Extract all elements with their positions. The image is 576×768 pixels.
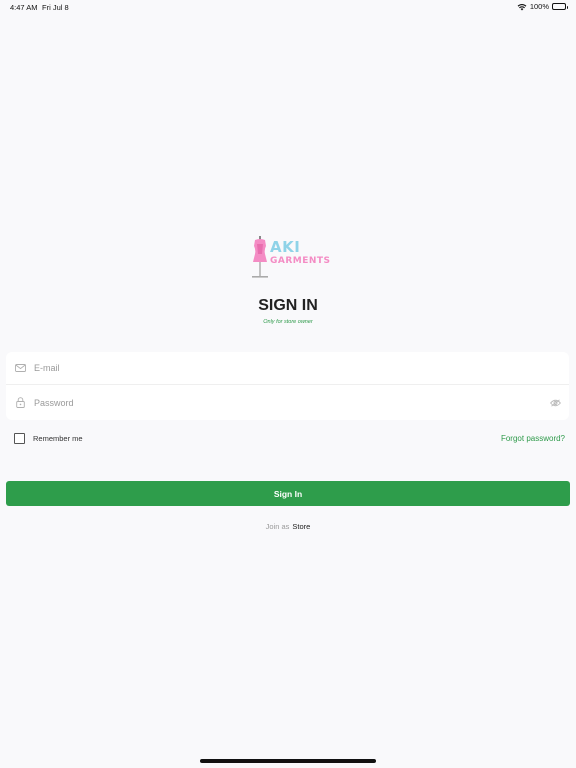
join-store-link[interactable]: Store (292, 522, 310, 531)
join-prefix-text: Join as (265, 522, 290, 531)
status-bar: 4:47 AM Fri Jul 8 100% (0, 0, 576, 14)
remember-me-row[interactable]: Remember me (14, 433, 83, 444)
forgot-password-link[interactable]: Forgot password? (501, 434, 565, 443)
join-row: Join as Store (0, 522, 576, 531)
battery-percent: 100% (529, 2, 549, 11)
email-input[interactable] (34, 352, 569, 384)
sign-in-button[interactable]: Sign In (6, 481, 570, 506)
status-date: Fri Jul 8 (42, 3, 69, 12)
page-subtitle: Only for store owner (263, 319, 313, 325)
home-indicator (200, 759, 376, 763)
brand-logo: AKI GARMENTS (250, 236, 336, 280)
remember-me-checkbox[interactable] (14, 433, 25, 444)
page-title: SIGN IN (258, 297, 318, 314)
mail-icon (14, 362, 26, 374)
password-field-row (6, 386, 569, 419)
password-input[interactable] (34, 386, 549, 419)
logo-text-aki: AKI (270, 238, 301, 256)
sign-in-screen: 4:47 AM Fri Jul 8 100% AKI GARMENTS SIGN… (0, 0, 576, 768)
lock-icon (14, 397, 26, 409)
logo-text-garments: GARMENTS (270, 256, 331, 266)
battery-icon (552, 3, 568, 10)
email-field-row (6, 352, 569, 385)
wifi-icon (517, 3, 527, 11)
remember-me-label: Remember me (33, 434, 83, 443)
dress-form-icon (252, 236, 268, 278)
login-form (6, 352, 569, 420)
status-time: 4:47 AM (10, 3, 38, 12)
eye-icon[interactable] (549, 397, 561, 409)
status-indicators: 100% (517, 2, 568, 11)
